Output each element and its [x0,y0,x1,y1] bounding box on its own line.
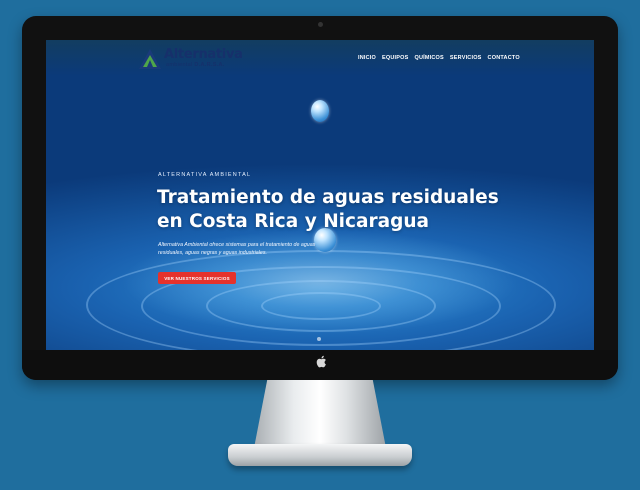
nav-item-quimicos[interactable]: QUÍMICOS [414,55,443,61]
logo-triangle-icon[interactable] [138,48,162,70]
services-cta-button[interactable]: VER NUESTROS SERVICIOS [158,272,236,284]
apple-logo-icon [316,355,326,368]
nav-item-servicios[interactable]: SERVICIOS [450,55,482,61]
hero-eyebrow: ALTERNATIVA AMBIENTAL [158,172,252,178]
logo-title[interactable]: Alternativa [164,47,243,62]
navbar: Alternativa ambiental D.A.R.S.A. INICIO … [46,40,594,76]
hero-title: Tratamiento de aguas residuales en Costa… [157,186,517,234]
monitor-frame: Alternativa ambiental D.A.R.S.A. INICIO … [22,16,618,380]
falling-drop-image [311,100,329,122]
nav-item-contacto[interactable]: CONTACTO [488,55,520,61]
logo-subtitle: ambiental D.A.R.S.A. [166,62,225,68]
camera-icon [318,22,323,27]
monitor-stand [254,380,386,448]
logo-subtitle-brand: D.A.R.S.A. [194,62,225,68]
slider-dot[interactable] [317,337,321,341]
hero-title-line1: Tratamiento de aguas residuales [157,187,499,208]
nav-item-inicio[interactable]: INICIO [358,55,376,61]
hero-title-line2: en Costa Rica y Nicaragua [157,211,429,232]
monitor-stand-base [228,444,412,466]
hero-description: Alternativa Ambiental ofrece sistemas pa… [158,242,316,256]
logo-subtitle-prefix: ambiental [166,62,193,68]
nav-item-equipos[interactable]: EQUIPOS [382,55,408,61]
water-ripple [261,292,381,320]
website-screen: Alternativa ambiental D.A.R.S.A. INICIO … [46,40,594,350]
nav-menu: INICIO EQUIPOS QUÍMICOS SERVICIOS CONTAC… [358,55,520,61]
